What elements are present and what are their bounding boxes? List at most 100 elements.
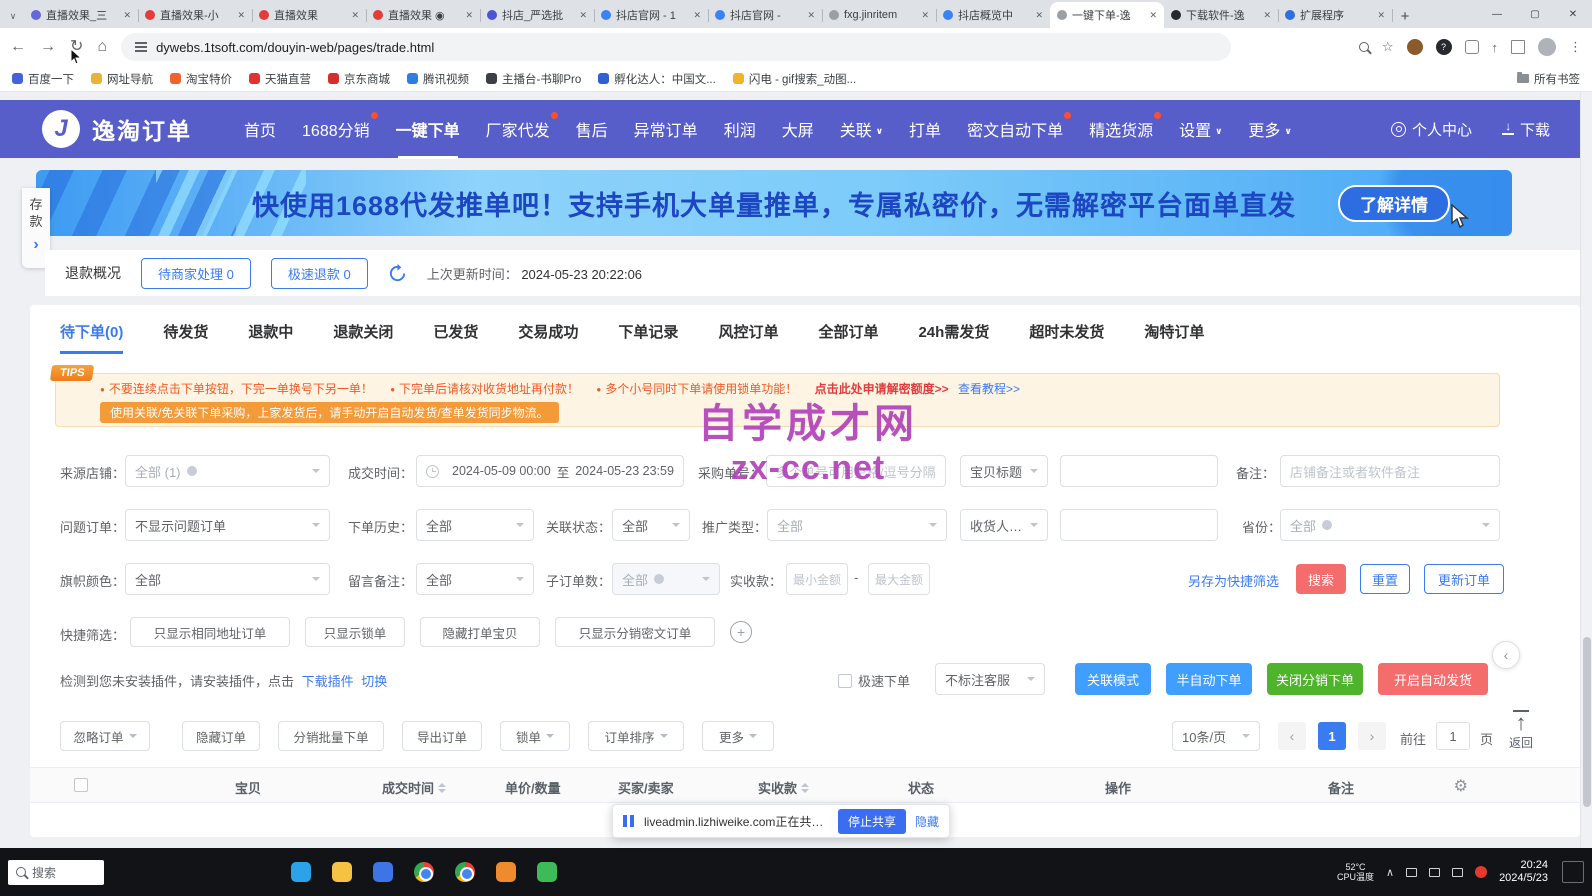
view-tutorial-link[interactable]: 查看教程>> [958, 382, 1020, 396]
bookmark-star-icon[interactable]: ☆ [1382, 39, 1394, 55]
chevron-right-icon[interactable]: › [33, 236, 38, 254]
sort-icon[interactable] [438, 783, 446, 793]
export-orders-button[interactable]: 导出订单 [402, 721, 482, 751]
quick-filter-cipher-orders[interactable]: 只显示分销密文订单 [555, 617, 715, 647]
tab-close-icon[interactable]: ✕ [693, 10, 701, 21]
site-settings-icon[interactable] [135, 42, 147, 52]
collapse-panel-button[interactable]: ‹ [1492, 641, 1520, 669]
fast-refund-button[interactable]: 极速退款 0 [271, 258, 368, 289]
table-column-header[interactable]: 备注 [1328, 778, 1354, 797]
stop-sharing-button[interactable]: 停止共享 [838, 809, 906, 834]
more-button[interactable]: 更多 [702, 721, 774, 751]
order-status-tab[interactable]: 下单记录 [618, 321, 678, 354]
close-window-button[interactable]: ✕ [1554, 0, 1592, 28]
quick-filter-hide-printed[interactable]: 隐藏打单宝贝 [420, 617, 540, 647]
tab-close-icon[interactable]: ✕ [237, 10, 245, 21]
taskbar-clock[interactable]: 20:24 2024/5/23 [1499, 859, 1548, 885]
browser-menu-icon[interactable]: ⋮ [1569, 39, 1582, 55]
browser-tab[interactable]: 直播效果 ✕ [252, 2, 366, 28]
browser-tab[interactable]: 直播效果 ◉ ✕ [366, 2, 480, 28]
remark-input[interactable]: 店铺备注或者软件备注 [1280, 455, 1500, 487]
close-distribution-button[interactable]: 关闭分销下单 [1267, 663, 1363, 695]
taskbar-search-box[interactable]: 搜索 [8, 860, 104, 885]
table-column-header[interactable]: 单价/数量 [505, 778, 561, 797]
home-icon[interactable]: ⌂ [97, 39, 107, 55]
title-keyword-input[interactable] [1060, 455, 1218, 487]
source-store-select[interactable]: 全部 (1) [125, 455, 330, 487]
tab-close-icon[interactable]: ✕ [1149, 10, 1157, 21]
tab-close-icon[interactable]: ✕ [123, 10, 131, 21]
app-menu-item[interactable]: 密文自动下单∨ [967, 113, 1063, 145]
app-menu-item[interactable]: 1688分销∨ [302, 113, 370, 145]
cs-mark-select[interactable]: 不标注客服 [935, 663, 1045, 695]
downloads-icon[interactable]: ↑ [1492, 40, 1499, 55]
notification-center-icon[interactable] [1562, 861, 1584, 883]
tray-display-icon[interactable] [1406, 868, 1417, 877]
new-tab-button[interactable]: + [1392, 4, 1418, 28]
sort-icon[interactable] [801, 783, 809, 793]
quick-filter-locked[interactable]: 只显示锁单 [305, 617, 405, 647]
quick-filter-same-address[interactable]: 只显示相同地址订单 [130, 617, 290, 647]
problem-order-select[interactable]: 不显示问题订单 [125, 509, 330, 541]
tab-close-icon[interactable]: ✕ [1263, 10, 1271, 21]
bookmarks-folder[interactable]: 所有书签 [1517, 71, 1580, 87]
page-scrollbar[interactable] [1580, 92, 1592, 848]
bookmark-item[interactable]: 京东商城 [328, 71, 390, 87]
taskbar-app-icon[interactable] [408, 855, 440, 889]
browser-tab[interactable]: 抖店官网 - ✕ [708, 2, 822, 28]
extensions-puzzle-icon[interactable] [1465, 40, 1479, 54]
app-menu-item[interactable]: 首页∨ [244, 113, 276, 145]
express-order-checkbox[interactable]: 极速下单 [838, 671, 910, 690]
table-column-header[interactable]: 成交时间 [382, 778, 446, 797]
order-status-tab[interactable]: 待发货 [163, 321, 208, 354]
tab-close-icon[interactable]: ✕ [807, 10, 815, 21]
app-menu-item[interactable]: 一键下单∨ [396, 113, 460, 145]
reset-button[interactable]: 重置 [1360, 564, 1410, 594]
app-menu-item[interactable]: 异常订单∨ [634, 113, 698, 145]
order-status-tab[interactable]: 淘特订单 [1144, 321, 1204, 354]
taskbar-app-icon[interactable] [285, 855, 317, 889]
pending-merchant-button[interactable]: 待商家处理 0 [141, 258, 251, 289]
province-select[interactable]: 全部 [1280, 509, 1500, 541]
order-status-tab[interactable]: 24h需发货 [918, 321, 989, 354]
flag-color-select[interactable]: 全部 [125, 563, 330, 595]
table-column-header[interactable]: 状态 [908, 778, 934, 797]
maximize-button[interactable]: ▢ [1516, 0, 1554, 28]
order-status-tab[interactable]: 超时未发货 [1029, 321, 1104, 354]
amount-min-input[interactable]: 最小金额 [786, 563, 848, 595]
refresh-icon[interactable] [388, 264, 407, 283]
tray-expand-icon[interactable]: ∧ [1386, 866, 1394, 879]
minimize-button[interactable]: — [1478, 0, 1516, 28]
taskbar-app-icon[interactable] [490, 855, 522, 889]
browser-tab[interactable]: 抖店_严选批 ✕ [480, 2, 594, 28]
page-size-select[interactable]: 10条/页 [1172, 721, 1260, 751]
suborder-count-select[interactable]: 全部 [612, 563, 720, 595]
app-menu-item[interactable]: 关联∨ [840, 113, 883, 145]
app-logo[interactable]: J [42, 110, 80, 148]
phone-field-select[interactable]: 收货人手机号 [960, 509, 1048, 541]
deal-time-range-picker[interactable]: 2024-05-09 00:00 至 2024-05-23 23:59 [416, 455, 684, 487]
app-menu-item[interactable]: 精选货源∨ [1089, 113, 1153, 145]
amount-max-input[interactable]: 最大金额 [868, 563, 930, 595]
checkbox-icon[interactable] [838, 674, 852, 688]
tab-close-icon[interactable]: ✕ [351, 10, 359, 21]
taskbar-app-icon[interactable] [367, 855, 399, 889]
download-link[interactable]: ↑ 下载 [1502, 119, 1550, 140]
message-remark-select[interactable]: 全部 [416, 563, 534, 595]
banner-detail-button[interactable]: 了解详情 [1338, 185, 1450, 222]
hide-orders-button[interactable]: 隐藏订单 [182, 721, 260, 751]
table-column-header[interactable]: 实收款 [758, 778, 809, 797]
order-status-tab[interactable]: 风控订单 [718, 321, 778, 354]
forward-icon[interactable]: → [40, 39, 56, 55]
browser-tab[interactable]: 抖店概览中 ✕ [936, 2, 1050, 28]
browser-tab[interactable]: 直播效果_三 ✕ [24, 2, 138, 28]
app-menu-item[interactable]: 设置∨ [1179, 113, 1222, 145]
auto-ship-button[interactable]: 开启自动发货 [1378, 663, 1488, 695]
tab-close-icon[interactable]: ✕ [579, 10, 587, 21]
extension-help-icon[interactable]: ? [1436, 39, 1452, 55]
bookmark-item[interactable]: 主播台-书聊Pro [486, 71, 581, 87]
switch-plugin-link[interactable]: 切换 [361, 674, 387, 689]
current-page-button[interactable]: 1 [1318, 722, 1346, 750]
browser-tab[interactable]: 下载软件-逸 ✕ [1164, 2, 1278, 28]
search-button[interactable]: 搜索 [1296, 564, 1346, 594]
